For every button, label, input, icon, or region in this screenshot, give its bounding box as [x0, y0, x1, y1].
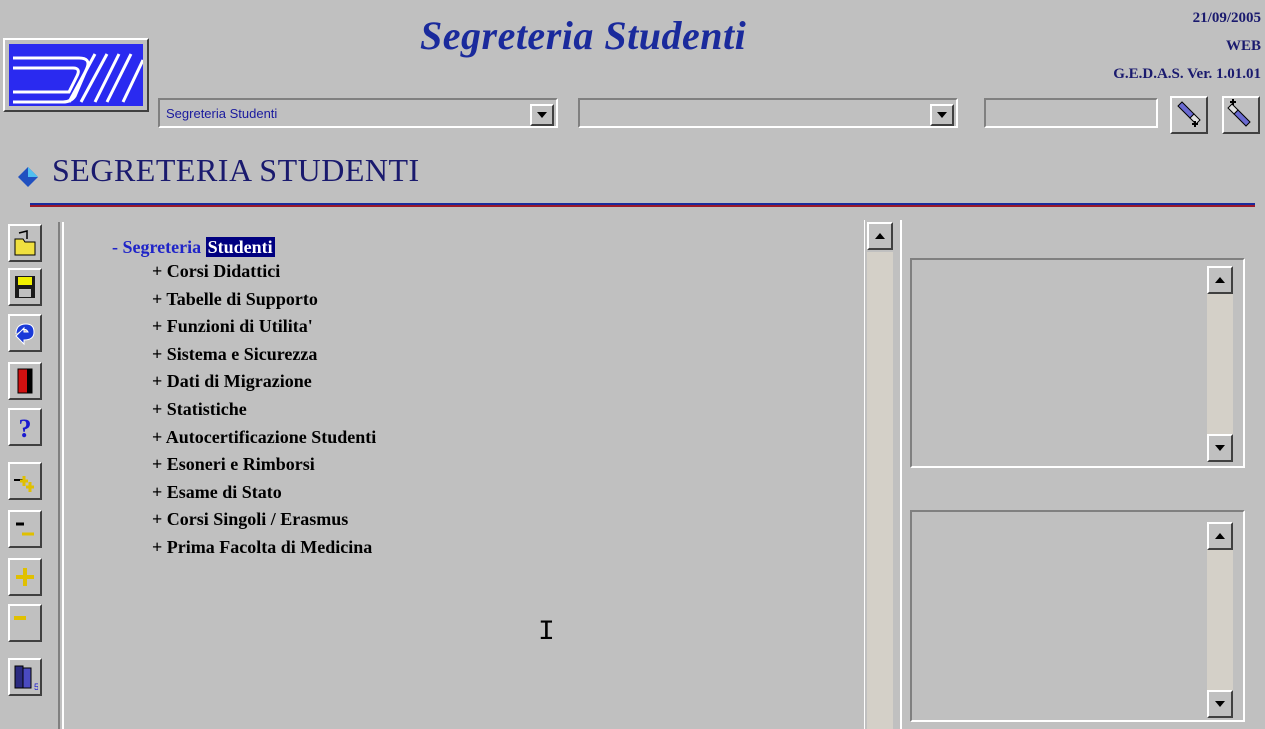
- scroll-track[interactable]: [1207, 550, 1233, 690]
- save-disk-icon: [15, 276, 35, 298]
- tree-node-funzioni-utilita[interactable]: + Funzioni di Utilita': [112, 316, 376, 344]
- tree-node-corsi-didattici[interactable]: + Corsi Didattici: [112, 261, 376, 289]
- exit-door-icon: [17, 368, 33, 394]
- scroll-up-button[interactable]: [1207, 522, 1233, 550]
- tree-node-sistema-sicurezza[interactable]: + Sistema e Sicurezza: [112, 344, 376, 372]
- app-title: Segreteria Studenti: [420, 13, 747, 58]
- tree-node-esoneri-rimborsi[interactable]: + Esoneri e Rimborsi: [112, 454, 376, 482]
- tree-node-statistiche[interactable]: + Statistiche: [112, 399, 376, 427]
- text-cursor-icon: I: [538, 617, 555, 648]
- page-heading: SEGRETERIA STUDENTI: [18, 152, 420, 189]
- chevron-up-icon: [1215, 277, 1225, 283]
- plus-icon: [16, 568, 34, 586]
- tree-node-corsi-singoli[interactable]: + Corsi Singoli / Erasmus: [112, 509, 376, 537]
- module-select-value: Segreteria Studenti: [160, 100, 528, 126]
- help-button[interactable]: ?: [8, 408, 42, 446]
- version-label: G.E.D.A.S. Ver. 1.01.01: [1113, 66, 1261, 82]
- tree-root-selected[interactable]: Studenti: [205, 237, 275, 257]
- tree-root-label: - Segreteria: [112, 237, 202, 257]
- chevron-down-icon: [1215, 445, 1225, 451]
- svg-text:5: 5: [34, 682, 38, 692]
- module-select-dropdown-button[interactable]: [530, 104, 554, 126]
- tree-node-tabelle-supporto[interactable]: + Tabelle di Supporto: [112, 289, 376, 317]
- mode-label: WEB: [1225, 38, 1261, 54]
- save-button[interactable]: [8, 268, 42, 306]
- expand-button[interactable]: [8, 558, 42, 596]
- scroll-up-button[interactable]: [1207, 266, 1233, 294]
- side-toolbar: ? 5: [4, 222, 62, 729]
- collapse-all-button[interactable]: [8, 510, 42, 548]
- header-info: 21/09/2005 WEB G.E.D.A.S. Ver. 1.01.01: [1113, 4, 1261, 88]
- tree-scrollbar[interactable]: [864, 220, 894, 729]
- submodule-select[interactable]: [578, 98, 958, 128]
- submodule-select-value: [580, 100, 928, 126]
- detail-panel-top: [910, 258, 1245, 468]
- scroll-track[interactable]: [867, 252, 893, 729]
- detail-top-scrollbar[interactable]: [1207, 266, 1235, 462]
- detail-bottom-scrollbar[interactable]: [1207, 522, 1235, 718]
- heading-divider: [30, 203, 1255, 207]
- flashlight-icon: [1227, 99, 1251, 127]
- submodule-select-dropdown-button[interactable]: [930, 104, 954, 126]
- page-title: SEGRETERIA STUDENTI: [52, 152, 420, 188]
- toolbar-divider: [58, 222, 64, 729]
- books-icon: 5: [14, 665, 38, 692]
- menu-tree: - Segreteria Studenti + Corsi Didattici …: [112, 237, 376, 565]
- tree-node-prima-facolta[interactable]: + Prima Facolta di Medicina: [112, 537, 376, 565]
- chevron-up-icon: [875, 233, 885, 239]
- date-label: 21/09/2005: [1192, 10, 1261, 26]
- open-folder-icon: [14, 230, 36, 256]
- expand-all-button[interactable]: [8, 462, 42, 500]
- module-select[interactable]: Segreteria Studenti: [158, 98, 558, 128]
- help-question-icon: ?: [19, 414, 32, 441]
- chevron-up-icon: [1215, 533, 1225, 539]
- undo-button[interactable]: [8, 314, 42, 352]
- scroll-down-button[interactable]: [1207, 434, 1233, 462]
- library-button[interactable]: 5: [8, 658, 42, 696]
- tree-node-autocertificazione[interactable]: + Autocertificazione Studenti: [112, 427, 376, 455]
- tree-root[interactable]: - Segreteria Studenti: [112, 237, 376, 261]
- search-button[interactable]: [1170, 96, 1208, 134]
- search-input[interactable]: [984, 98, 1158, 128]
- open-button[interactable]: [8, 224, 42, 262]
- chevron-down-icon: [1215, 701, 1225, 707]
- svg-text:?: ?: [19, 414, 32, 441]
- tree-node-esame-stato[interactable]: + Esame di Stato: [112, 482, 376, 510]
- scroll-up-button[interactable]: [867, 222, 893, 250]
- expand-tree-icon: [14, 476, 34, 492]
- scroll-down-button[interactable]: [1207, 690, 1233, 718]
- diamond-bullet-icon: [18, 166, 38, 187]
- detail-panel-bottom: [910, 510, 1245, 722]
- collapse-tree-icon: [16, 522, 34, 536]
- undo-icon: [15, 323, 35, 346]
- chevron-down-icon: [537, 112, 547, 118]
- detail-area: [900, 220, 1265, 729]
- advanced-search-button[interactable]: [1222, 96, 1260, 134]
- app-logo: [3, 38, 149, 112]
- tree-node-dati-migrazione[interactable]: + Dati di Migrazione: [112, 371, 376, 399]
- chevron-down-icon: [937, 112, 947, 118]
- scroll-track[interactable]: [1207, 294, 1233, 434]
- minus-icon: [14, 616, 26, 620]
- collapse-button[interactable]: [8, 604, 42, 642]
- logo-graphic: [9, 44, 143, 106]
- exit-button[interactable]: [8, 362, 42, 400]
- flashlight-search-icon: [1177, 101, 1201, 127]
